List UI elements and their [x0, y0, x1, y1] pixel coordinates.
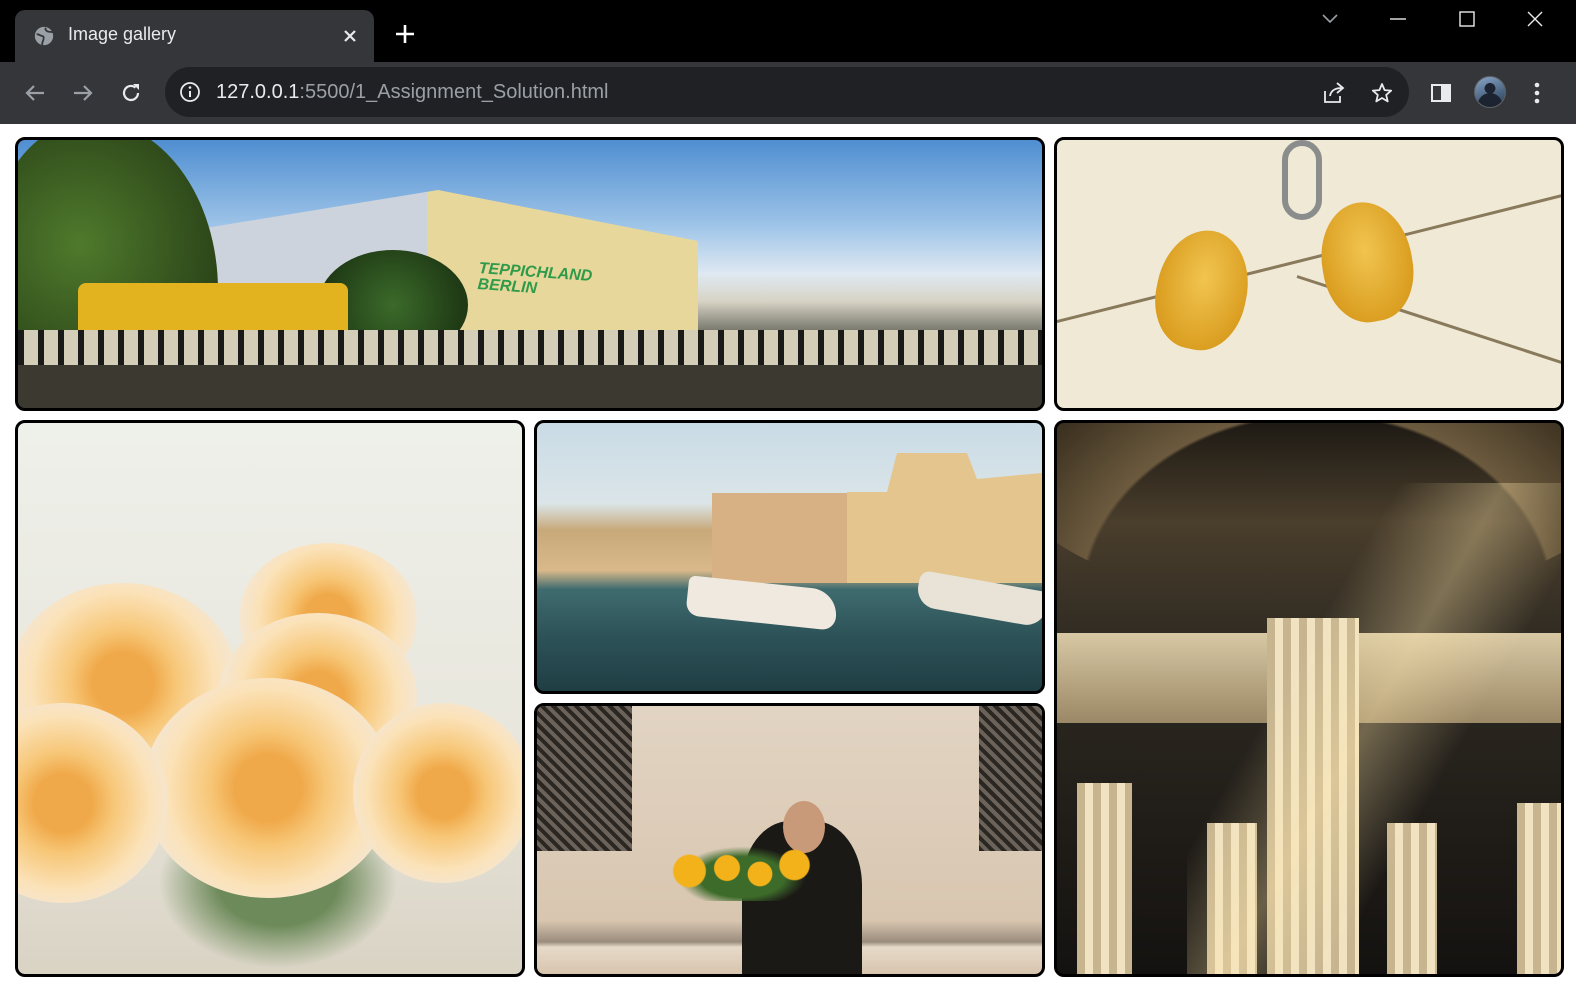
tab-title: Image gallery	[68, 24, 177, 44]
minimize-icon[interactable]	[1378, 4, 1418, 34]
column-shape	[1077, 783, 1132, 974]
gallery-image-columns[interactable]	[1054, 420, 1564, 977]
gallery-image-sunflowers[interactable]	[534, 703, 1045, 977]
image-gallery: TEPPICHLAND BERLIN	[0, 124, 1576, 988]
browser-tab[interactable]: Image gallery	[15, 10, 374, 62]
gallery-image-venice[interactable]	[534, 420, 1045, 694]
bridge-railing	[18, 330, 1042, 370]
url-host: 127.0.0.1	[216, 81, 300, 103]
bird-shape	[1145, 221, 1259, 359]
carabiner-shape	[1282, 140, 1322, 220]
side-panel-icon[interactable]	[1423, 75, 1459, 111]
window-grille-shape	[537, 706, 632, 851]
plus-icon[interactable]	[391, 20, 419, 48]
building-shape	[712, 493, 852, 583]
url-text[interactable]: 127.0.0.1:5500/1_Assignment_Solution.htm…	[216, 81, 609, 104]
gallery-image-roses[interactable]	[15, 420, 525, 977]
sunlight-shape	[1187, 483, 1561, 974]
info-icon[interactable]	[179, 81, 201, 103]
tab-search-icon[interactable]	[1310, 4, 1350, 34]
gallery-image-canaries[interactable]	[1054, 137, 1564, 411]
close-icon[interactable]	[336, 22, 364, 50]
bird-shape	[1312, 195, 1422, 329]
boat-shape	[685, 575, 839, 631]
arrow-left-icon[interactable]	[17, 75, 53, 111]
sunflower-bouquet-shape	[667, 841, 817, 901]
bridge-deck	[18, 365, 1042, 408]
maximize-icon[interactable]	[1447, 4, 1487, 34]
palazzo-shape	[847, 453, 1042, 583]
gallery-image-berlin-train[interactable]: TEPPICHLAND BERLIN	[15, 137, 1045, 411]
share-icon[interactable]	[1318, 77, 1350, 109]
url-path: :5500/1_Assignment_Solution.html	[299, 81, 609, 103]
star-icon[interactable]	[1366, 77, 1398, 109]
window-grille-shape	[979, 706, 1042, 851]
rose-shape	[353, 703, 522, 883]
window-close-icon[interactable]	[1515, 4, 1555, 34]
profile-avatar[interactable]	[1474, 76, 1506, 108]
reload-icon[interactable]	[113, 75, 149, 111]
browser-toolbar: 127.0.0.1:5500/1_Assignment_Solution.htm…	[0, 62, 1576, 124]
address-bar[interactable]: 127.0.0.1:5500/1_Assignment_Solution.htm…	[165, 67, 1409, 117]
arrow-right-icon[interactable]	[65, 75, 101, 111]
browser-titlebar: Image gallery	[0, 0, 1576, 62]
globe-icon	[34, 26, 54, 46]
kebab-menu-icon[interactable]	[1519, 75, 1555, 111]
